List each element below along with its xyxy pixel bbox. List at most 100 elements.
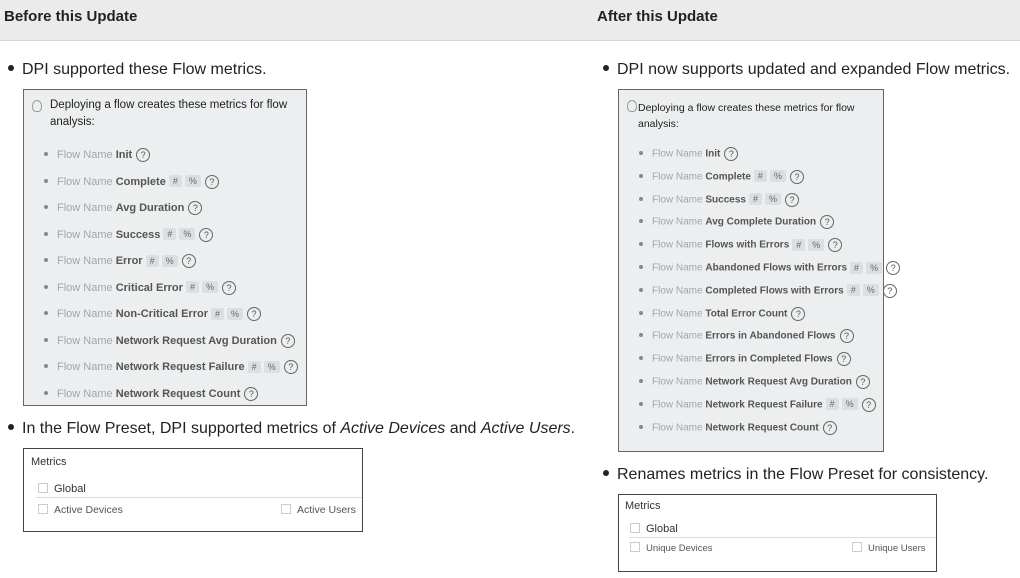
metric-name: Network Request Failure <box>705 399 823 411</box>
metric-name: Non-Critical Error <box>115 307 208 320</box>
bullet-dot <box>44 337 48 342</box>
count-tag: # <box>850 261 864 274</box>
help-icon[interactable]: ? <box>836 352 851 367</box>
count-tag: # <box>210 307 224 320</box>
flow-name-prefix: Flow Name <box>652 353 703 365</box>
count-tag: # <box>168 175 182 188</box>
help-icon[interactable]: ? <box>820 215 835 230</box>
help-icon[interactable]: ? <box>886 261 901 275</box>
help-icon[interactable]: ? <box>828 238 843 253</box>
bullet-dot <box>603 64 609 71</box>
unique-users-checkbox[interactable]: Unique Users <box>852 542 926 554</box>
checkbox-icon[interactable] <box>38 504 48 515</box>
metric-item: Flow Name Complete #%? <box>639 169 804 184</box>
metric-name: Total Error Count <box>705 308 788 320</box>
help-icon[interactable]: ? <box>280 333 295 348</box>
flow-name-prefix: Flow Name <box>57 387 113 400</box>
help-icon[interactable]: ? <box>283 360 298 374</box>
help-icon[interactable]: ? <box>789 169 804 184</box>
bullet-dot <box>44 152 48 156</box>
box-intro: Deploying a flow creates these metrics f… <box>50 99 288 128</box>
checkbox-icon[interactable] <box>630 542 640 553</box>
count-tag: # <box>185 281 199 294</box>
percent-tag: % <box>808 238 825 251</box>
help-icon[interactable]: ? <box>199 227 214 242</box>
flow-name-prefix: Flow Name <box>652 285 703 297</box>
bullet-dot <box>44 258 48 262</box>
percent-tag: % <box>201 281 218 294</box>
help-icon[interactable]: ? <box>204 174 219 189</box>
metric-item: Flow Name Complete #%? <box>44 174 219 189</box>
help-icon[interactable]: ? <box>791 306 806 321</box>
metric-item: Flow Name Avg Complete Duration? <box>639 215 835 230</box>
active-users-checkbox[interactable]: Active Users <box>281 504 356 516</box>
flow-name-prefix: Flow Name <box>652 308 703 320</box>
help-icon[interactable]: ? <box>221 280 236 295</box>
percent-tag: % <box>227 307 244 320</box>
bullet-dot <box>639 287 643 292</box>
help-icon[interactable]: ? <box>784 192 799 207</box>
count-tag: # <box>825 398 839 411</box>
metric-name: Init <box>115 148 133 161</box>
comparison-header: Before this Update After this Update <box>0 0 1020 41</box>
metric-name: Critical Error <box>115 281 183 294</box>
metric-item: Flow Name Total Error Count? <box>639 306 806 321</box>
after-metrics-box: Deploying a flow creates these metrics f… <box>618 89 901 452</box>
bullet-dot <box>639 173 643 178</box>
help-icon[interactable]: ? <box>181 254 196 268</box>
help-icon[interactable]: ? <box>188 201 203 215</box>
help-icon[interactable]: ? <box>855 375 870 389</box>
active-devices-checkbox[interactable]: Active Devices <box>38 504 123 516</box>
bullet-dot <box>639 356 643 361</box>
metric-name: Completed Flows with Errors <box>705 285 844 297</box>
bullet-dot <box>44 205 48 209</box>
box-intro: Deploying a flow creates these metrics f… <box>638 102 855 130</box>
metric-name: Network Request Failure <box>115 360 245 373</box>
checkbox-icon[interactable] <box>281 504 291 515</box>
flow-name-prefix: Flow Name <box>652 262 703 274</box>
preset-title: Metrics <box>31 456 67 468</box>
metric-name: Network Request Count <box>115 387 241 400</box>
metric-name: Init <box>705 148 721 160</box>
bullet-dot <box>639 265 643 269</box>
percent-tag: % <box>764 193 781 206</box>
metric-item: Flow Name Success #%? <box>44 227 214 242</box>
bullet-dot <box>639 151 643 155</box>
checkbox-icon[interactable] <box>852 542 862 553</box>
bullet-dot <box>44 178 48 183</box>
metric-item: Flow Name Success #%? <box>639 192 799 207</box>
checkbox-icon[interactable] <box>38 483 48 494</box>
metric-item: Flow Name Abandoned Flows with Errors #%? <box>639 261 901 275</box>
metric-name: Network Request Avg Duration <box>705 376 852 388</box>
help-icon[interactable]: ? <box>724 147 739 161</box>
count-tag: # <box>145 254 159 267</box>
bullet-dot <box>639 401 643 406</box>
bullet-dot <box>639 424 643 429</box>
after-flow-preset: Metrics Global Unique Devices Unique Use… <box>618 494 937 572</box>
flow-name-prefix: Flow Name <box>652 217 703 229</box>
unique-devices-checkbox[interactable]: Unique Devices <box>630 542 713 554</box>
after-bullet-2: Renames metrics in the Flow Preset for c… <box>603 466 988 484</box>
help-icon[interactable]: ? <box>822 420 837 435</box>
percent-tag: % <box>862 284 879 297</box>
metric-name: Avg Complete Duration <box>705 217 817 229</box>
help-icon[interactable]: ? <box>861 397 876 412</box>
help-icon[interactable]: ? <box>839 329 854 344</box>
divider <box>629 537 936 538</box>
metric-name: Complete <box>705 171 751 183</box>
lightbulb-icon <box>627 100 637 112</box>
metric-name: Errors in Abandoned Flows <box>705 331 836 343</box>
before-flow-preset: Metrics Global Active Devices Active Use… <box>23 448 363 532</box>
help-icon[interactable]: ? <box>136 148 151 162</box>
flow-name-prefix: Flow Name <box>57 228 113 241</box>
help-icon[interactable]: ? <box>244 386 259 401</box>
help-icon[interactable]: ? <box>882 283 897 298</box>
checkbox-icon[interactable] <box>630 523 640 534</box>
help-icon[interactable]: ? <box>247 307 262 321</box>
bullet-dot <box>639 196 643 201</box>
flow-name-prefix: Flow Name <box>652 194 703 206</box>
metric-item: Flow Name Network Request Count? <box>639 420 837 435</box>
global-checkbox[interactable]: Global <box>38 483 86 495</box>
global-checkbox[interactable]: Global <box>630 523 678 535</box>
metric-item: Flow Name Network Request Avg Duration? <box>44 333 295 348</box>
